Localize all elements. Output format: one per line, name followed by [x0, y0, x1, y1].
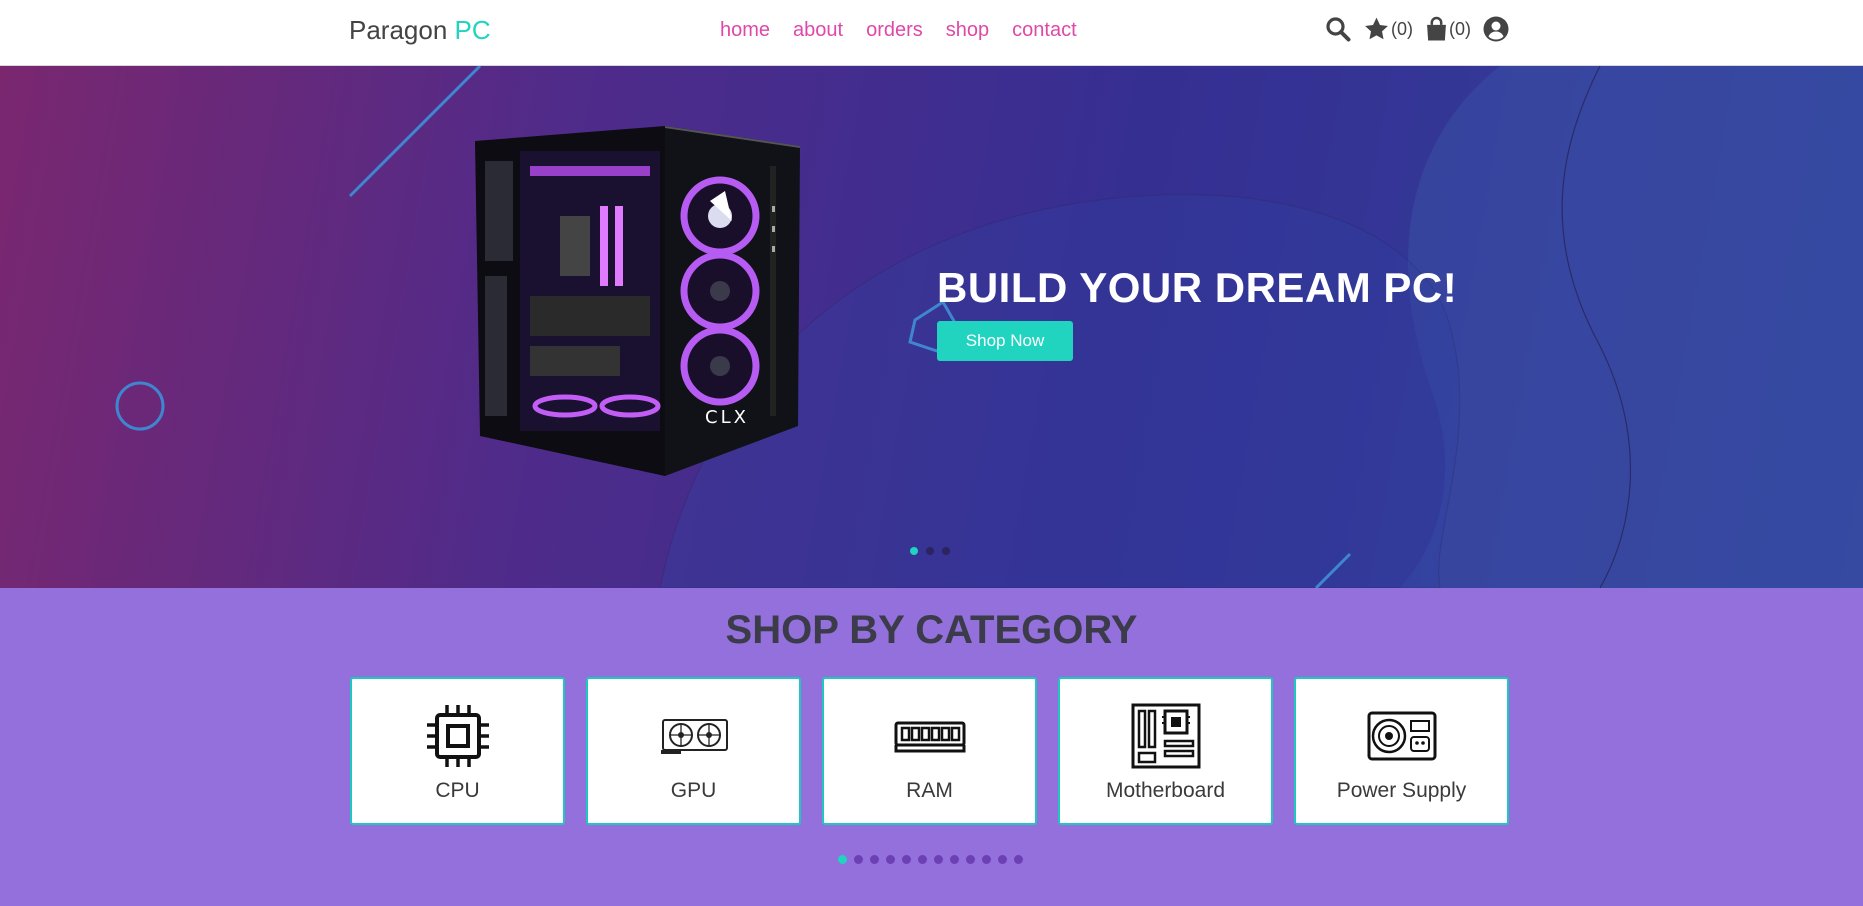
wishlist-count: (0)	[1391, 18, 1413, 39]
category-card-ram[interactable]: RAM	[822, 677, 1037, 825]
brand-logo[interactable]: Paragon PC	[349, 15, 491, 46]
category-dot[interactable]	[966, 855, 975, 864]
account-button[interactable]	[1483, 16, 1509, 42]
category-cards: CPU GPU RAM Motherboard Power Supply	[350, 677, 1509, 825]
nav-about[interactable]: about	[793, 19, 843, 42]
category-card-power-supply[interactable]: Power Supply	[1294, 677, 1509, 825]
cpu-icon	[426, 705, 489, 767]
pc-brand-label: CLX	[705, 407, 749, 428]
hero-dot-2[interactable]	[926, 547, 934, 555]
cart-button[interactable]: (0)	[1425, 16, 1471, 42]
shop-now-button[interactable]: Shop Now	[937, 321, 1073, 361]
nav-contact[interactable]: contact	[1012, 19, 1076, 42]
category-label: RAM	[906, 779, 953, 802]
category-card-motherboard[interactable]: Motherboard	[1058, 677, 1273, 825]
category-label: CPU	[435, 779, 480, 802]
category-dot[interactable]	[838, 855, 847, 864]
hero-background-shapes	[115, 66, 1863, 588]
site-header: Paragon PC home about orders shop contac…	[0, 0, 1863, 66]
category-card-gpu[interactable]: GPU	[586, 677, 801, 825]
category-carousel-dots	[838, 855, 1023, 864]
wishlist-button[interactable]: (0)	[1363, 16, 1413, 42]
hero-carousel-dots	[910, 547, 950, 555]
hero-dot-3[interactable]	[942, 547, 950, 555]
category-dot[interactable]	[934, 855, 943, 864]
power-supply-icon	[1367, 711, 1436, 761]
category-dot[interactable]	[854, 855, 863, 864]
category-dot[interactable]	[902, 855, 911, 864]
search-icon	[1326, 17, 1351, 42]
nav-shop[interactable]: shop	[946, 19, 989, 42]
category-dot[interactable]	[918, 855, 927, 864]
user-circle-icon	[1483, 16, 1509, 42]
gaming-pc-image: CLX	[475, 126, 800, 476]
hero-title: BUILD YOUR DREAM PC!	[937, 264, 1458, 311]
brand-accent: PC	[454, 15, 491, 45]
star-icon	[1365, 17, 1388, 40]
category-label: Power Supply	[1336, 779, 1467, 802]
category-section-title: SHOP BY CATEGORY	[725, 608, 1138, 652]
hero-dot-1[interactable]	[910, 547, 918, 555]
nav-home[interactable]: home	[720, 19, 770, 42]
category-card-cpu[interactable]: CPU	[350, 677, 565, 825]
cart-count: (0)	[1449, 18, 1471, 39]
brand-name: Paragon	[349, 15, 448, 45]
nav-orders[interactable]: orders	[866, 19, 923, 42]
header-icons: (0) (0)	[1325, 16, 1521, 42]
category-dot[interactable]	[982, 855, 991, 864]
shopping-bag-icon	[1427, 16, 1446, 41]
category-dot[interactable]	[886, 855, 895, 864]
hero-banner: CLX BUILD YOUR DREAM PC! Shop Now	[0, 66, 1863, 588]
category-dot[interactable]	[1014, 855, 1023, 864]
category-label: GPU	[670, 779, 717, 802]
category-dot[interactable]	[950, 855, 959, 864]
main-nav: home about orders shop contact	[720, 19, 1077, 42]
search-button[interactable]	[1325, 16, 1351, 42]
ram-icon	[894, 721, 965, 753]
category-dot[interactable]	[870, 855, 879, 864]
category-label: Motherboard	[1105, 779, 1226, 802]
motherboard-icon	[1131, 703, 1200, 769]
gpu-icon	[660, 719, 728, 754]
category-dot[interactable]	[998, 855, 1007, 864]
